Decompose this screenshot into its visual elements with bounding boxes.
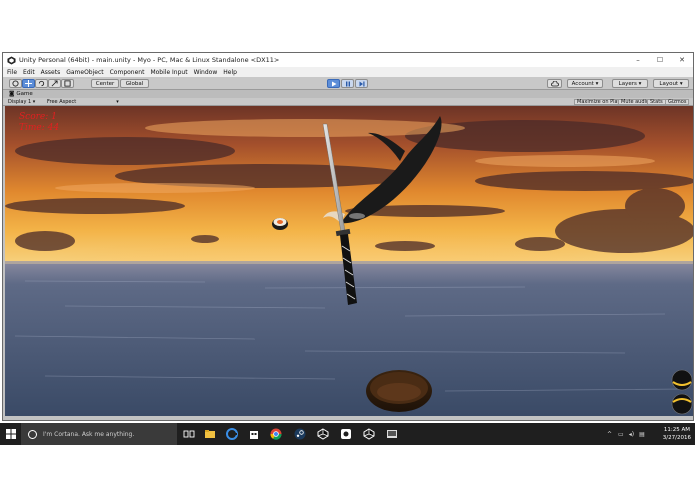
stats-label: Stats <box>650 99 663 105</box>
window-title: Unity Personal (64bit) - main.unity - My… <box>19 56 280 64</box>
windows-taskbar: I'm Cortana. Ask me anything. ^ ▭ ◂) ▤ 1… <box>0 423 695 445</box>
game-tab-label: Game <box>16 91 33 97</box>
clock-date: 3/27/2016 <box>662 435 691 441</box>
move-tool-button[interactable] <box>22 79 35 88</box>
score-hud: Score: 1 Time: 44 <box>19 112 59 134</box>
unity-editor-window: Unity Personal (64bit) - main.unity - My… <box>2 52 694 421</box>
myo-icon[interactable] <box>340 428 352 440</box>
task-view-icon[interactable] <box>183 428 195 440</box>
score-text: Score: 1 <box>19 112 57 122</box>
rect-tool-icon <box>64 80 71 87</box>
maximize-on-play-label: Maximize on Play <box>577 99 621 105</box>
pivot-global-toggle[interactable]: Global <box>120 79 149 88</box>
menu-assets[interactable]: Assets <box>41 69 61 76</box>
unity-icon-2[interactable] <box>363 428 375 440</box>
main-toolbar: Center Global Account ▾ Layers ▾ Layout … <box>3 77 693 90</box>
time-text: Time: 44 <box>19 123 60 133</box>
step-icon <box>359 81 364 86</box>
unity-logo-icon <box>7 55 16 65</box>
maximize-on-play-toggle[interactable]: Maximize on Play <box>574 99 624 105</box>
display-label: Display 1 <box>8 99 32 105</box>
pause-button[interactable] <box>341 79 354 88</box>
rotate-tool-button[interactable] <box>35 79 48 88</box>
account-label: Account <box>571 80 594 87</box>
minimize-button[interactable]: – <box>627 56 649 64</box>
cortana-placeholder: I'm Cortana. Ask me anything. <box>43 430 135 438</box>
maximize-button[interactable]: ☐ <box>649 56 671 64</box>
cloud-services-button[interactable] <box>547 79 562 88</box>
game-window-icon[interactable] <box>386 428 398 440</box>
sushi-roll <box>272 218 288 230</box>
layers-label: Layers <box>618 80 637 87</box>
center-label: Center <box>95 80 115 87</box>
edge-icon[interactable] <box>226 428 238 440</box>
close-button[interactable]: ✕ <box>671 56 693 64</box>
action-center-icon[interactable]: ▤ <box>639 431 645 438</box>
cortana-search-box[interactable]: I'm Cortana. Ask me anything. <box>21 423 177 445</box>
menu-window[interactable]: Window <box>194 69 218 76</box>
steam-icon[interactable] <box>294 428 306 440</box>
gizmos-dropdown[interactable]: Gizmos <box>665 99 690 105</box>
hand-tool-icon <box>12 80 19 87</box>
aspect-dropdown[interactable]: Free Aspect ▾ <box>47 99 119 105</box>
scale-tool-icon <box>51 80 58 87</box>
layout-dropdown[interactable]: Layout ▾ <box>653 79 689 88</box>
menu-file[interactable]: File <box>7 69 17 76</box>
step-button[interactable] <box>355 79 368 88</box>
store-icon[interactable] <box>248 428 260 440</box>
menu-bar: File Edit Assets GameObject Component Mo… <box>3 67 693 77</box>
pivot-center-toggle[interactable]: Center <box>91 79 119 88</box>
windows-start-icon[interactable] <box>6 429 16 439</box>
move-tool-icon <box>25 80 32 87</box>
volume-icon[interactable]: ◂) <box>629 431 634 438</box>
play-icon <box>331 81 336 86</box>
chrome-icon[interactable] <box>270 428 282 440</box>
aspect-label: Free Aspect <box>47 99 77 105</box>
display-dropdown[interactable]: Display 1 ▾ <box>8 99 35 105</box>
rotate-tool-icon <box>38 80 45 87</box>
layout-label: Layout <box>659 80 679 87</box>
menu-edit[interactable]: Edit <box>23 69 35 76</box>
play-button[interactable] <box>327 79 340 88</box>
menu-help[interactable]: Help <box>223 69 237 76</box>
cortana-icon <box>28 429 37 439</box>
game-viewport[interactable]: Score: 1 Time: 44 <box>5 106 693 416</box>
menu-mobile-input[interactable]: Mobile Input <box>150 69 187 76</box>
taskbar-clock[interactable]: 11:25 AM 3/27/2016 <box>663 426 691 442</box>
rect-tool-button[interactable] <box>61 79 74 88</box>
tray-chevron-icon[interactable]: ^ <box>607 431 612 438</box>
account-dropdown[interactable]: Account ▾ <box>567 79 603 88</box>
bowl <box>366 370 432 412</box>
game-scene <box>5 106 693 416</box>
game-view-toolbar: Display 1 ▾ Free Aspect ▾ Maximize on Pla… <box>3 98 693 106</box>
gizmos-label: Gizmos <box>668 99 687 105</box>
hand-tool-button[interactable] <box>9 79 22 88</box>
system-tray: ^ ▭ ◂) ▤ <box>607 423 645 445</box>
game-tab-header[interactable]: ◙ Game <box>3 90 693 98</box>
cloud-icon <box>550 80 559 86</box>
menu-component[interactable]: Component <box>110 69 145 76</box>
layers-dropdown[interactable]: Layers ▾ <box>612 79 648 88</box>
stats-toggle[interactable]: Stats <box>647 99 666 105</box>
menu-gameobject[interactable]: GameObject <box>66 69 103 76</box>
file-explorer-icon[interactable] <box>204 428 216 440</box>
global-label: Global <box>125 80 144 87</box>
title-bar[interactable]: Unity Personal (64bit) - main.unity - My… <box>3 53 693 67</box>
mute-audio-label: Mute audio <box>621 99 649 105</box>
network-icon[interactable]: ▭ <box>618 431 624 438</box>
unity-icon[interactable] <box>317 428 329 440</box>
scale-tool-button[interactable] <box>48 79 61 88</box>
clock-time: 11:25 AM <box>663 427 690 433</box>
game-tab-icon: ◙ <box>9 91 15 97</box>
pause-icon <box>345 81 350 86</box>
